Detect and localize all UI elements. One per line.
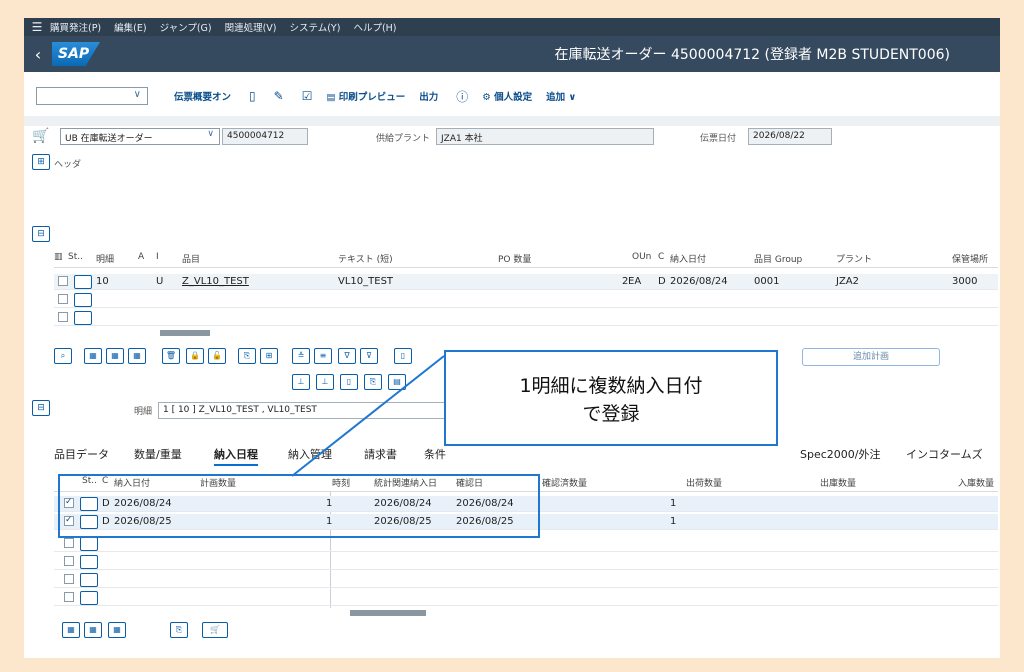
callout-line-2: で登録 <box>582 403 640 425</box>
callout-box: 1明細に複数納入日付 で登録 <box>444 350 778 446</box>
callout-line-1: 1明細に複数納入日付 <box>519 375 703 397</box>
callout-pointer <box>291 355 445 477</box>
